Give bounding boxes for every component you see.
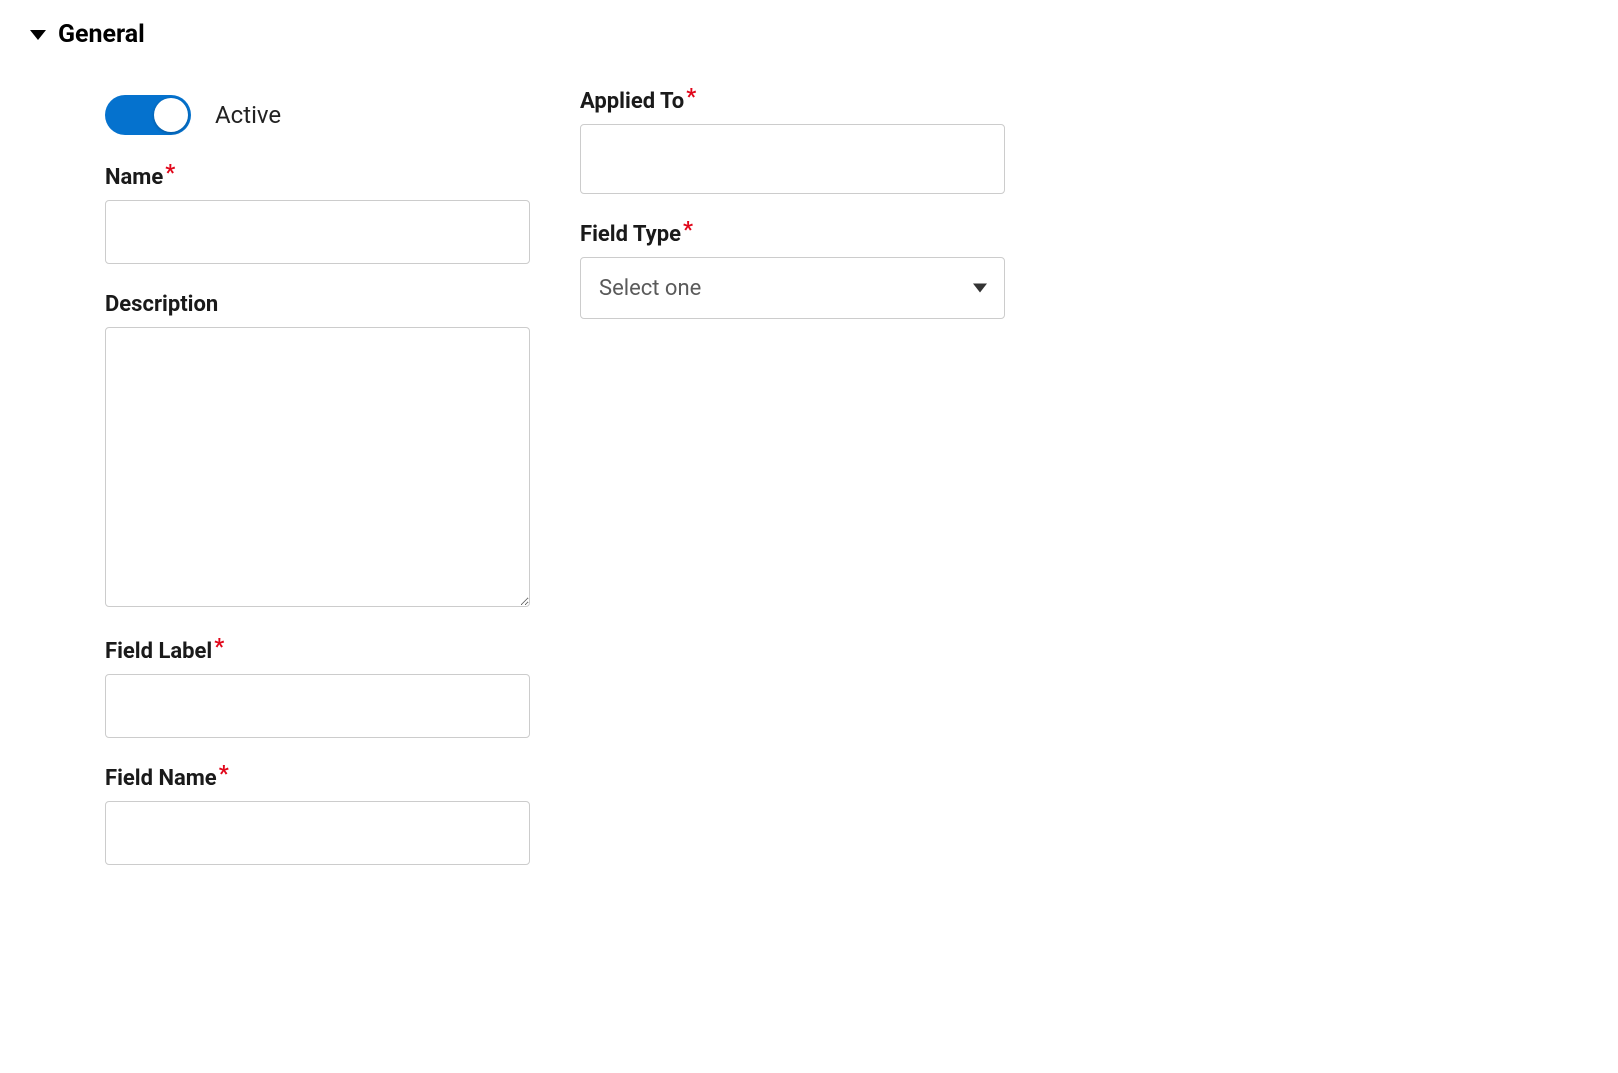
required-asterisk: *: [214, 635, 224, 660]
field-name-label: Field Name: [105, 766, 217, 791]
field-name-input[interactable]: [105, 801, 530, 865]
active-toggle-label: Active: [215, 101, 281, 129]
field-label-input[interactable]: [105, 674, 530, 738]
name-field-group: Name*: [105, 165, 530, 264]
applied-to-label: Applied To: [580, 89, 684, 114]
description-field-group: Description: [105, 292, 530, 611]
applied-to-field-group: Applied To*: [580, 89, 1005, 194]
left-column: Active Name* Description Field Label* Fi…: [105, 89, 530, 893]
field-label-label: Field Label: [105, 639, 212, 664]
field-name-field-group: Field Name*: [105, 766, 530, 865]
required-asterisk: *: [219, 762, 229, 787]
description-textarea[interactable]: [105, 327, 530, 607]
toggle-knob: [154, 98, 188, 132]
chevron-down-icon: [30, 30, 46, 40]
field-type-field-group: Field Type* Select one: [580, 222, 1005, 319]
applied-to-input[interactable]: [580, 124, 1005, 194]
right-column: Applied To* Field Type* Select one: [580, 89, 1005, 893]
required-asterisk: *: [683, 218, 693, 243]
field-type-label: Field Type: [580, 222, 681, 247]
name-label: Name: [105, 165, 163, 190]
section-header-general[interactable]: General: [30, 20, 1588, 49]
required-asterisk: *: [686, 85, 696, 110]
active-toggle-row: Active: [105, 95, 530, 135]
name-input[interactable]: [105, 200, 530, 264]
field-type-select[interactable]: Select one: [580, 257, 1005, 319]
required-asterisk: *: [165, 161, 175, 186]
active-toggle[interactable]: [105, 95, 191, 135]
section-title: General: [58, 20, 145, 49]
field-type-select-wrap: Select one: [580, 257, 1005, 319]
field-label-field-group: Field Label*: [105, 639, 530, 738]
description-label: Description: [105, 292, 218, 317]
form-columns: Active Name* Description Field Label* Fi…: [30, 89, 1588, 893]
